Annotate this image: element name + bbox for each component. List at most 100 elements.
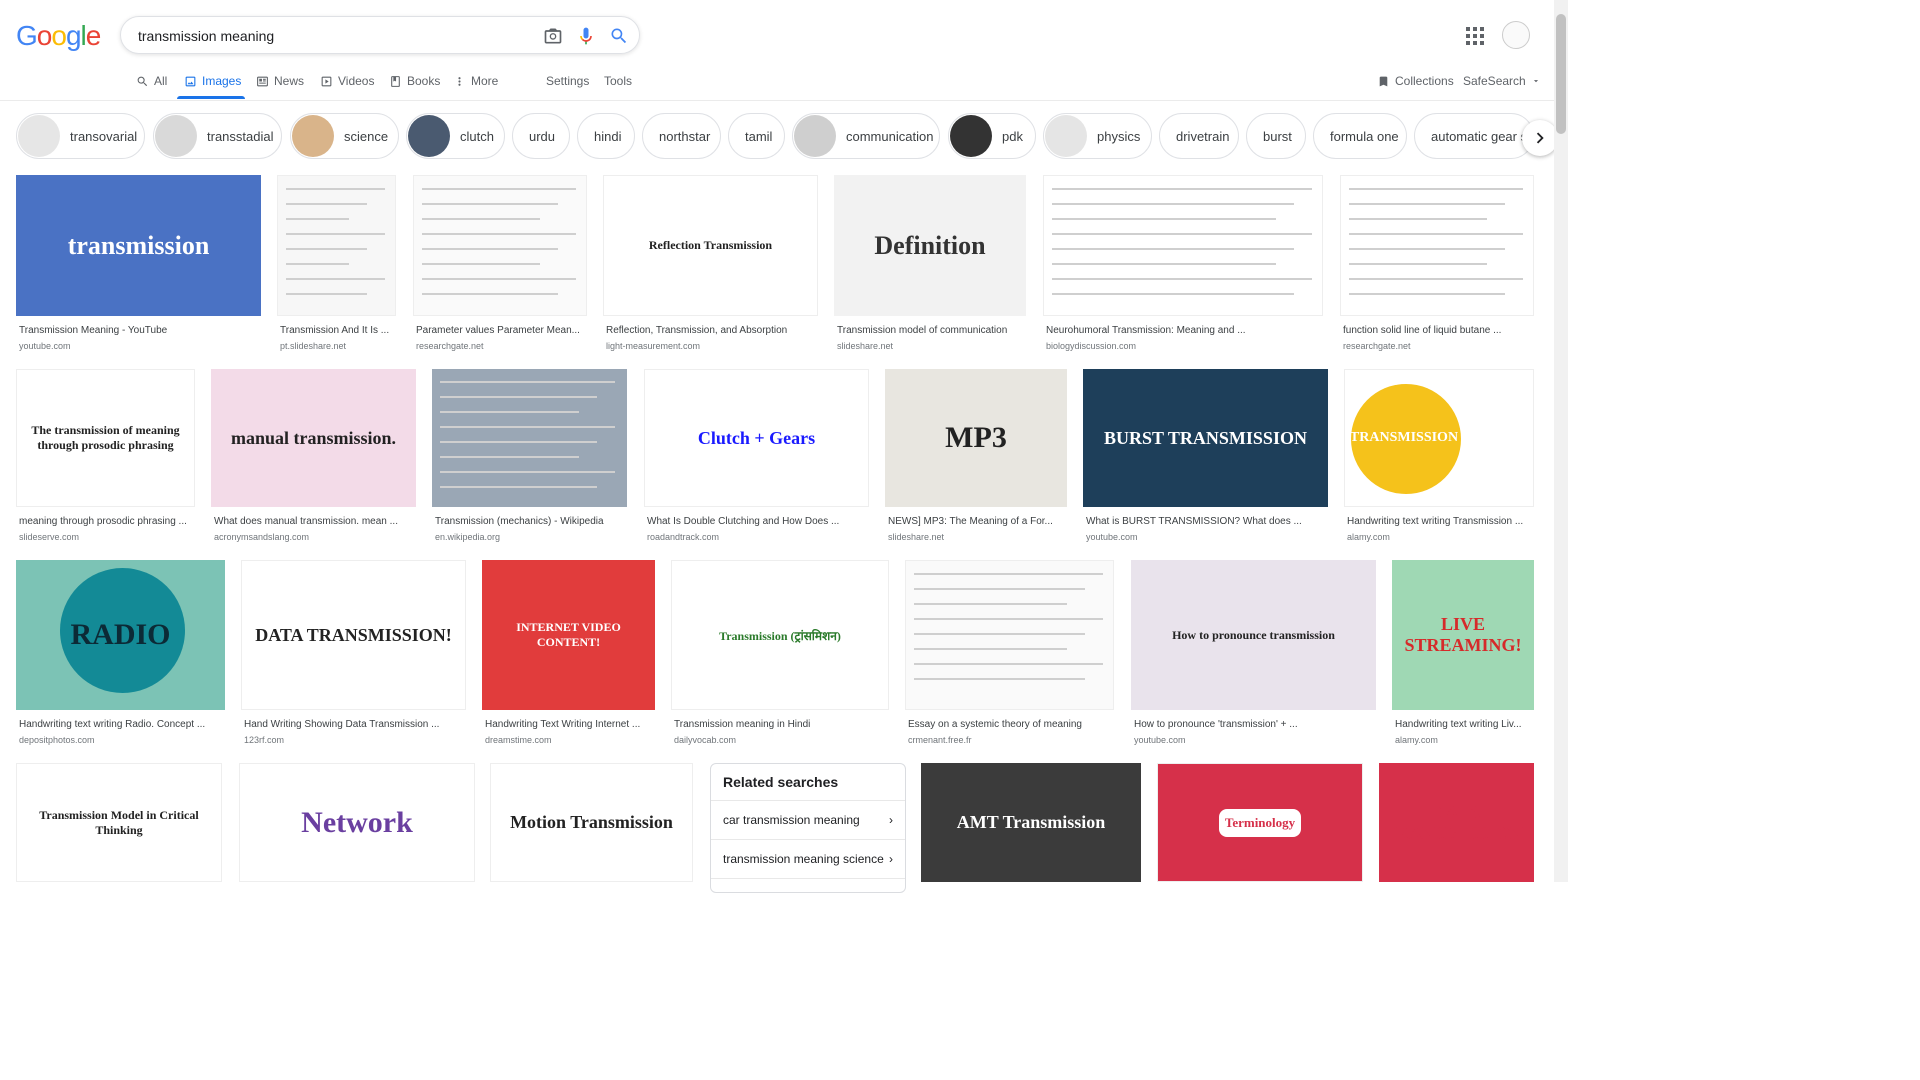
- search-icon[interactable]: [609, 26, 629, 46]
- result-thumbnail[interactable]: The transmission of meaning through pros…: [16, 369, 195, 507]
- result-source[interactable]: alamy.com: [1395, 735, 1438, 745]
- result-source[interactable]: youtube.com: [1086, 532, 1138, 542]
- tab-images[interactable]: Images: [184, 74, 241, 88]
- chip-clutch[interactable]: clutch: [406, 113, 505, 159]
- chip-formula-one[interactable]: formula one: [1313, 113, 1407, 159]
- result-thumbnail[interactable]: Network: [239, 763, 475, 882]
- tab-tools[interactable]: Tools: [604, 74, 632, 88]
- result-thumbnail[interactable]: DATA TRANSMISSION!: [241, 560, 466, 710]
- chips-next-button[interactable]: [1522, 120, 1558, 156]
- result-source[interactable]: acronymsandslang.com: [214, 532, 309, 542]
- result-source[interactable]: researchgate.net: [416, 341, 484, 351]
- result-thumbnail[interactable]: manual transmission.: [211, 369, 416, 507]
- tab-more[interactable]: More: [453, 74, 498, 88]
- result-thumbnail[interactable]: INTERNET VIDEO CONTENT!: [482, 560, 655, 710]
- result-thumbnail[interactable]: [905, 560, 1114, 710]
- chip-pdk[interactable]: pdk: [948, 113, 1036, 159]
- camera-icon[interactable]: [543, 26, 563, 46]
- result-title[interactable]: Transmission Meaning - YouTube: [19, 325, 260, 336]
- chip-tamil[interactable]: tamil: [728, 113, 785, 159]
- related-item[interactable]: transmission meaning science ›: [711, 840, 905, 879]
- result-title[interactable]: Handwriting text writing Radio. Concept …: [19, 719, 224, 730]
- result-title[interactable]: Handwriting text writing Liv...: [1395, 719, 1533, 730]
- result-source[interactable]: dreamstime.com: [485, 735, 552, 745]
- safesearch-dropdown[interactable]: SafeSearch: [1463, 74, 1541, 88]
- result-title[interactable]: What is BURST TRANSMISSION? What does ..…: [1086, 516, 1327, 527]
- result-title[interactable]: Neurohumoral Transmission: Meaning and .…: [1046, 325, 1322, 336]
- result-thumbnail[interactable]: Reflection Transmission: [603, 175, 818, 316]
- result-source[interactable]: light-measurement.com: [606, 341, 700, 351]
- result-thumbnail[interactable]: Transmission Model in Critical Thinking: [16, 763, 222, 882]
- result-title[interactable]: Reflection, Transmission, and Absorption: [606, 325, 817, 336]
- result-title[interactable]: What does manual transmission. mean ...: [214, 516, 415, 527]
- result-source[interactable]: biologydiscussion.com: [1046, 341, 1136, 351]
- chip-burst[interactable]: burst: [1246, 113, 1306, 159]
- apps-grid-icon[interactable]: [1466, 27, 1484, 45]
- result-source[interactable]: youtube.com: [1134, 735, 1186, 745]
- result-thumbnail[interactable]: [413, 175, 587, 316]
- result-source[interactable]: slideserve.com: [19, 532, 79, 542]
- result-source[interactable]: roadandtrack.com: [647, 532, 719, 542]
- result-thumbnail[interactable]: Definition: [834, 175, 1026, 316]
- result-title[interactable]: Hand Writing Showing Data Transmission .…: [244, 719, 465, 730]
- tab-all[interactable]: All: [136, 74, 167, 88]
- chip-hindi[interactable]: hindi: [577, 113, 635, 159]
- chip-transstadial[interactable]: transstadial: [153, 113, 282, 159]
- result-title[interactable]: What Is Double Clutching and How Does ..…: [647, 516, 868, 527]
- result-thumbnail[interactable]: DATA TRANSMISSION!: [1379, 763, 1534, 882]
- result-title[interactable]: Handwriting Text Writing Internet ...: [485, 719, 654, 730]
- result-thumbnail[interactable]: MP3: [885, 369, 1067, 507]
- related-item[interactable]: car transmission meaning ›: [711, 801, 905, 840]
- result-title[interactable]: Transmission And It Is ...: [280, 325, 395, 336]
- result-thumbnail[interactable]: TRANSMISSION: [1344, 369, 1534, 507]
- result-source[interactable]: crmenant.free.fr: [908, 735, 972, 745]
- chip-transovarial[interactable]: transovarial: [16, 113, 145, 159]
- result-title[interactable]: meaning through prosodic phrasing ...: [19, 516, 194, 527]
- result-title[interactable]: Parameter values Parameter Mean...: [416, 325, 586, 336]
- result-thumbnail[interactable]: RADIO: [16, 560, 225, 710]
- scrollbar-thumb[interactable]: [1556, 14, 1566, 134]
- result-source[interactable]: slideshare.net: [888, 532, 944, 542]
- chip-physics[interactable]: physics: [1043, 113, 1152, 159]
- result-thumbnail[interactable]: transmission: [16, 175, 261, 316]
- result-thumbnail[interactable]: Terminology: [1157, 763, 1363, 882]
- result-title[interactable]: Transmission meaning in Hindi: [674, 719, 888, 730]
- result-source[interactable]: youtube.com: [19, 341, 71, 351]
- result-thumbnail[interactable]: Transmission (ट्रांसमिशन): [671, 560, 889, 710]
- microphone-icon[interactable]: [576, 26, 596, 46]
- result-source[interactable]: depositphotos.com: [19, 735, 95, 745]
- result-title[interactable]: Transmission (mechanics) - Wikipedia: [435, 516, 626, 527]
- page-scrollbar[interactable]: [1554, 0, 1568, 882]
- result-thumbnail[interactable]: [1043, 175, 1323, 316]
- chip-urdu[interactable]: urdu: [512, 113, 570, 159]
- account-avatar[interactable]: [1502, 21, 1530, 49]
- result-source[interactable]: dailyvocab.com: [674, 735, 736, 745]
- result-title[interactable]: How to pronounce 'transmission' + ...: [1134, 719, 1375, 730]
- chip-communication[interactable]: communication: [792, 113, 940, 159]
- tab-settings[interactable]: Settings: [546, 74, 589, 88]
- result-thumbnail[interactable]: AMT Transmission: [921, 763, 1141, 882]
- chip-drivetrain[interactable]: drivetrain: [1159, 113, 1239, 159]
- result-title[interactable]: NEWS] MP3: The Meaning of a For...: [888, 516, 1066, 527]
- tab-news[interactable]: News: [256, 74, 304, 88]
- result-title[interactable]: function solid line of liquid butane ...: [1343, 325, 1533, 336]
- result-thumbnail[interactable]: Clutch + Gears: [644, 369, 869, 507]
- result-title[interactable]: Essay on a systemic theory of meaning: [908, 719, 1113, 730]
- result-source[interactable]: slideshare.net: [837, 341, 893, 351]
- result-title[interactable]: Handwriting text writing Transmission ..…: [1347, 516, 1533, 527]
- chip-science[interactable]: science: [290, 113, 399, 159]
- result-thumbnail[interactable]: [277, 175, 396, 316]
- result-thumbnail[interactable]: LIVE STREAMING!: [1392, 560, 1534, 710]
- tab-videos[interactable]: Videos: [320, 74, 374, 88]
- result-thumbnail[interactable]: How to pronounce transmission: [1131, 560, 1376, 710]
- result-thumbnail[interactable]: [1340, 175, 1534, 316]
- result-source[interactable]: en.wikipedia.org: [435, 532, 500, 542]
- result-source[interactable]: researchgate.net: [1343, 341, 1411, 351]
- collections-link[interactable]: Collections: [1377, 74, 1454, 88]
- tab-books[interactable]: Books: [389, 74, 440, 88]
- result-thumbnail[interactable]: Motion Transmission: [490, 763, 693, 882]
- result-thumbnail[interactable]: [432, 369, 627, 507]
- search-box[interactable]: [120, 16, 640, 54]
- chip-automatic-gear[interactable]: automatic gear sh: [1414, 113, 1534, 159]
- result-source[interactable]: pt.slideshare.net: [280, 341, 346, 351]
